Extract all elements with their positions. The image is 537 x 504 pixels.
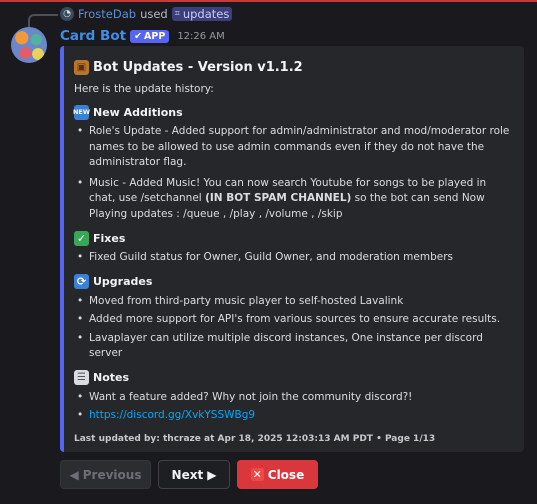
notes-list: Want a feature added? Why not join the c… [74, 390, 514, 424]
fixes-list: Fixed Guild status for Owner, Guild Owne… [74, 250, 514, 266]
section-heading-label: Notes [93, 371, 130, 384]
section-heading-fixes: ✓ Fixes [74, 230, 514, 246]
additions-list: Role's Update - Added support for admin/… [74, 124, 514, 222]
bot-name[interactable]: Card Bot [60, 28, 126, 44]
bot-avatar[interactable] [11, 27, 47, 63]
list-item: Music - Added Music! You can now search … [74, 176, 514, 223]
embed-title: ▣ Bot Updates - Version v1.1.2 [74, 58, 514, 76]
section-heading-additions: NEW New Additions [73, 104, 514, 120]
discord-invite-link[interactable]: https://discord.gg/XvkYSSWBg9 [89, 409, 255, 421]
previous-label: Previous [82, 467, 142, 482]
previous-button[interactable]: ◀ Previous [60, 460, 151, 489]
list-item: Added more support for API's from variou… [74, 312, 514, 328]
command-name: updates [182, 7, 230, 21]
list-item-bold: (IN BOT SPAM CHANNEL) [205, 192, 352, 204]
refresh-icon: ⟳ [74, 274, 89, 289]
app-badge: ✔ APP [130, 29, 170, 43]
update-embed: ▣ Bot Updates - Version v1.1.2 Here is t… [60, 46, 524, 452]
message-timestamp[interactable]: 12:26 AM [177, 31, 224, 42]
list-item: Moved from third-party music player to s… [74, 294, 514, 310]
embed-footer: Last updated by: thcraze at Apr 18, 2025… [74, 433, 436, 444]
section-heading-label: Upgrades [93, 275, 153, 288]
embed-description: Here is the update history: [74, 83, 214, 95]
list-item: Role's Update - Added support for admin/… [74, 124, 514, 171]
section-heading-upgrades: ⟳ Upgrades [74, 274, 514, 290]
verified-check-icon: ✔ [134, 30, 143, 42]
embed-title-text: Bot Updates - Version v1.1.2 [93, 59, 303, 75]
list-item: Fixed Guild status for Owner, Guild Owne… [74, 250, 514, 266]
invoking-user[interactable]: FrosteDab [78, 7, 136, 21]
section-heading-label: New Additions [93, 105, 183, 119]
message-header: Card Bot ✔ APP 12:26 AM [60, 27, 225, 45]
section-heading-notes: ☰ Notes [74, 370, 514, 386]
close-label: Close [267, 467, 305, 482]
used-label: used [140, 7, 168, 21]
next-button[interactable]: Next ▶ [158, 460, 230, 489]
list-item: Want a feature added? Why not join the c… [74, 390, 514, 406]
next-label: Next [171, 467, 204, 482]
check-mark-icon: ✓ [74, 230, 89, 246]
close-button[interactable]: ✕ Close [237, 460, 318, 489]
slash-command-icon: ⌗ [174, 9, 180, 19]
upgrades-list: Moved from third-party music player to s… [74, 294, 514, 362]
arrow-right-icon: ▶ [207, 467, 217, 482]
list-item: https://discord.gg/XvkYSSWBg9 [74, 408, 514, 424]
command-pill[interactable]: ⌗ updates [171, 7, 233, 21]
notepad-icon: ☰ [74, 370, 89, 385]
cross-mark-icon: ✕ [250, 468, 264, 481]
top-divider [0, 0, 537, 2]
app-badge-label: APP [144, 30, 166, 42]
user-avatar-icon[interactable]: ◔ [60, 7, 74, 21]
new-icon: NEW [73, 104, 90, 120]
reply-spine [28, 14, 58, 28]
section-heading-label: Fixes [93, 231, 126, 245]
list-item: Lavaplayer can utilize multiple discord … [74, 331, 514, 362]
command-invocation: ◔ FrosteDab used ⌗ updates [60, 7, 233, 21]
arrow-left-icon: ◀ [69, 467, 79, 482]
package-icon: ▣ [74, 59, 89, 75]
